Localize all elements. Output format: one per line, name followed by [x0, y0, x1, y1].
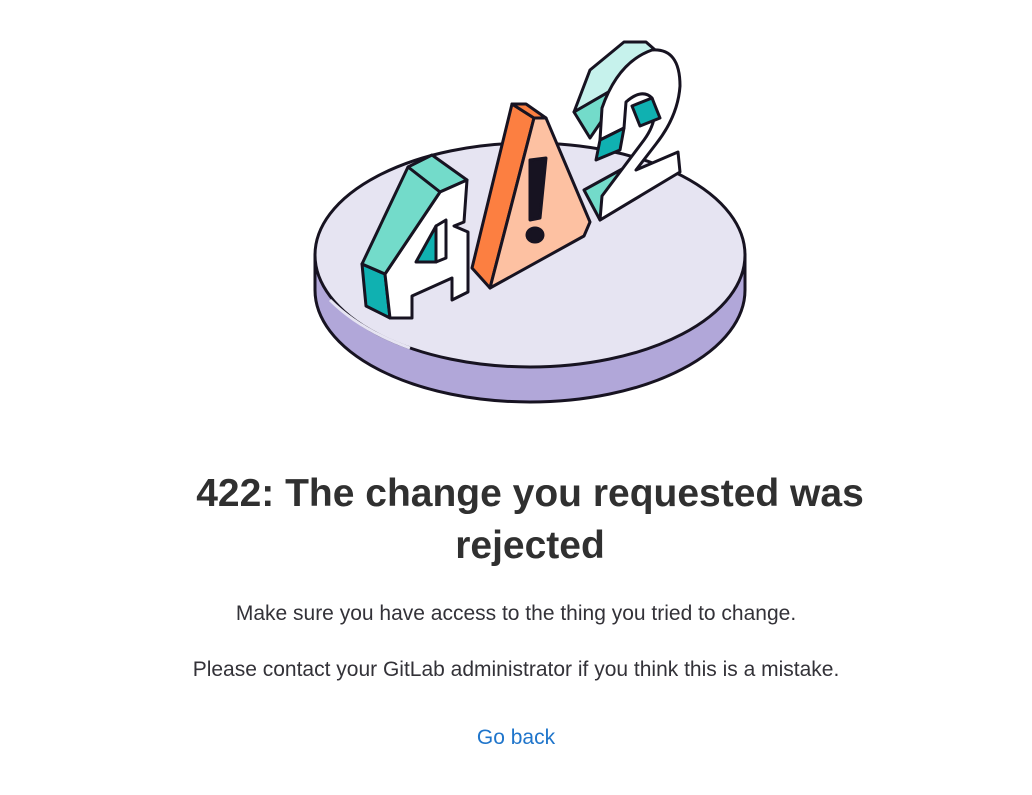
- error-422-illustration: [300, 28, 760, 418]
- error-page: 422: The change you requested was reject…: [0, 0, 1032, 795]
- go-back-link[interactable]: Go back: [477, 726, 555, 749]
- illustration-svg: [313, 40, 747, 404]
- error-title: 422: The change you requested was reject…: [196, 472, 864, 567]
- error-message-contact: Please contact your GitLab administrator…: [192, 658, 840, 681]
- go-back-container: Go back: [0, 724, 1032, 752]
- error-message-access: Make sure you have access to the thing y…: [235, 602, 797, 625]
